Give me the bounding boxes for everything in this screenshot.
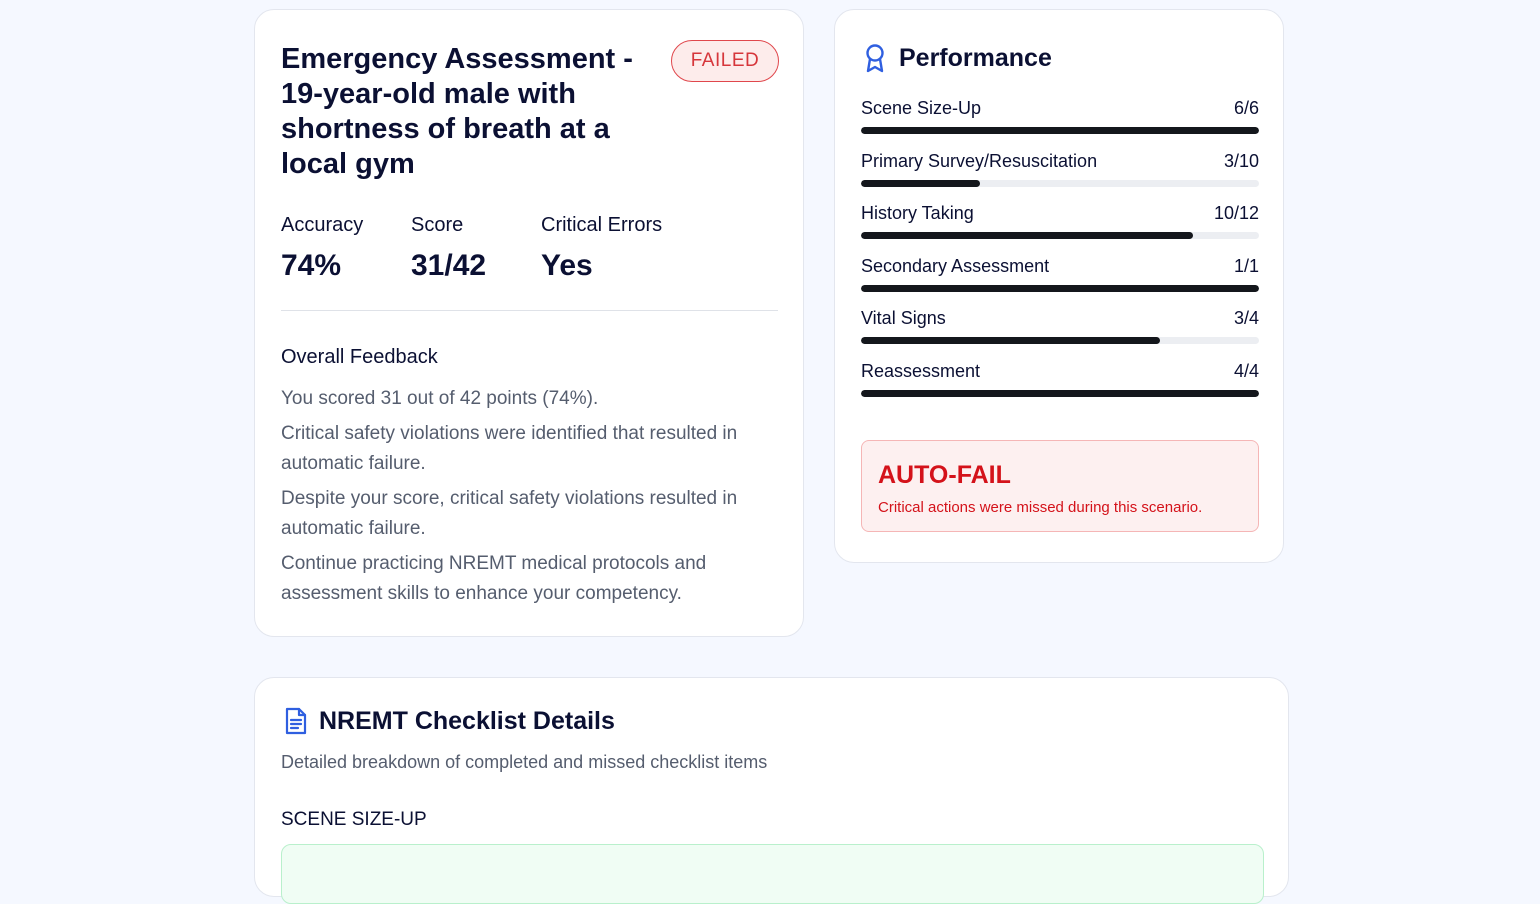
category-label: Secondary Assessment xyxy=(861,256,1050,276)
category-label: Scene Size-Up xyxy=(861,98,982,118)
stat-score: Score 31/42 xyxy=(411,214,486,283)
performance-heading: Performance xyxy=(899,43,1052,72)
feedback-body: You scored 31 out of 42 points (74%). Cr… xyxy=(281,384,781,614)
checklist-heading: NREMT Checklist Details xyxy=(319,706,615,735)
category-score: 6/6 xyxy=(1233,98,1259,118)
stat-value: 74% xyxy=(281,249,342,282)
progress-fill xyxy=(861,232,1193,239)
progress-fill xyxy=(861,337,1160,344)
performance-row: Reassessment 4/4 xyxy=(861,361,1259,397)
auto-fail-heading: AUTO-FAIL xyxy=(878,461,1011,489)
stat-accuracy: Accuracy 74% xyxy=(281,214,363,283)
progress-bar xyxy=(861,390,1259,397)
performance-row: Primary Survey/Resuscitation 3/10 xyxy=(861,151,1259,187)
auto-fail-alert: AUTO-FAIL Critical actions were missed d… xyxy=(861,440,1259,532)
category-label: Reassessment xyxy=(861,361,981,381)
assessment-summary-card: Emergency Assessment - 19-year-old male … xyxy=(254,9,804,637)
performance-row: Vital Signs 3/4 xyxy=(861,308,1259,344)
stat-label: Score xyxy=(411,214,464,236)
performance-card: Performance Scene Size-Up 6/6 Primary Su… xyxy=(834,9,1284,563)
progress-bar xyxy=(861,337,1259,344)
stat-critical-errors: Critical Errors Yes xyxy=(541,214,662,283)
progress-fill xyxy=(861,285,1259,292)
progress-bar xyxy=(861,285,1259,292)
checklist-header: NREMT Checklist Details xyxy=(283,706,615,736)
performance-row: Scene Size-Up 6/6 xyxy=(861,98,1259,134)
feedback-paragraph: Despite your score, critical safety viol… xyxy=(281,488,738,539)
document-icon xyxy=(283,706,309,736)
auto-fail-text: Critical actions were missed during this… xyxy=(878,499,1203,516)
scenario-title: Emergency Assessment - 19-year-old male … xyxy=(281,43,633,180)
progress-bar xyxy=(861,232,1259,239)
category-score: 1/1 xyxy=(1233,256,1259,276)
checklist-subtitle: Detailed breakdown of completed and miss… xyxy=(281,752,768,772)
category-score: 3/10 xyxy=(1223,151,1259,171)
stat-value: 31/42 xyxy=(411,249,487,282)
progress-fill xyxy=(861,127,1259,134)
divider xyxy=(281,310,778,311)
award-ribbon-icon xyxy=(863,43,887,73)
category-label: History Taking xyxy=(861,203,974,223)
category-score: 4/4 xyxy=(1233,361,1259,381)
category-label: Primary Survey/Resuscitation xyxy=(861,151,1098,171)
progress-bar xyxy=(861,127,1259,134)
feedback-paragraph: Critical safety violations were identifi… xyxy=(281,423,738,474)
category-score: 3/4 xyxy=(1233,308,1259,328)
progress-bar xyxy=(861,180,1259,187)
feedback-paragraph: Continue practicing NREMT medical protoc… xyxy=(281,553,707,604)
performance-row: History Taking 10/12 xyxy=(861,203,1259,239)
performance-header: Performance xyxy=(863,43,1052,73)
stat-value: Yes xyxy=(541,249,593,282)
checklist-item xyxy=(281,844,1264,904)
feedback-heading: Overall Feedback xyxy=(281,346,438,368)
checklist-card: NREMT Checklist Details Detailed breakdo… xyxy=(254,677,1289,904)
performance-row: Secondary Assessment 1/1 xyxy=(861,256,1259,292)
checklist-section-title: SCENE SIZE-UP xyxy=(281,809,427,830)
category-label: Vital Signs xyxy=(861,308,946,328)
progress-fill xyxy=(861,180,981,187)
status-badge: FAILED xyxy=(671,40,779,82)
feedback-paragraph: You scored 31 out of 42 points (74%). xyxy=(281,388,599,409)
category-score: 10/12 xyxy=(1213,203,1259,223)
stat-label: Accuracy xyxy=(281,214,364,236)
progress-fill xyxy=(861,390,1259,397)
stat-label: Critical Errors xyxy=(541,214,663,236)
